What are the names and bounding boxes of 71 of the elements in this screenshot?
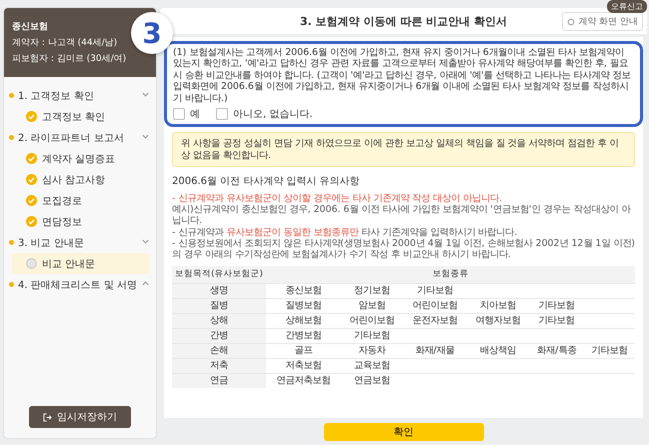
table-cell: 기타보험 xyxy=(340,328,404,344)
table-cell: 어린이보험 xyxy=(404,298,466,314)
nav-item[interactable]: 계약자 실명증표 xyxy=(12,148,150,169)
table-cell: 질병보험 xyxy=(266,298,341,314)
table-cell: 연금저축보험 xyxy=(266,373,341,388)
nav-section-label: 2. 라이프파트너 보고서 xyxy=(18,132,124,144)
product-name: 종신보험 xyxy=(12,21,49,33)
nav-item[interactable]: 비교 안내문 xyxy=(12,253,150,274)
confirm-button[interactable]: 확인 xyxy=(324,423,484,441)
note-text: - 신규계약과 유사보험군이 상이할 경우에는 타사 기존계약 작성 대상이 아닙니다. xyxy=(172,192,504,204)
column-header: 보험목적(유사보험군) xyxy=(172,266,266,284)
table-cell: 배상책임 xyxy=(466,343,530,358)
table-cell: 상해 xyxy=(172,313,266,328)
table-cell: 운전자보험 xyxy=(404,313,466,328)
table-cell: 암보험 xyxy=(340,298,404,314)
table-cell: 기타보험 xyxy=(404,283,466,298)
table-cell: 치아보험 xyxy=(466,298,530,314)
table-cell: 질병 xyxy=(172,298,266,314)
nav-item[interactable]: 모집경로 xyxy=(12,190,150,211)
table-cell: 기타보험 xyxy=(529,298,584,314)
page-title: 3. 보험계약 이동에 따른 비교안내 확인서 xyxy=(300,14,507,28)
answer-option[interactable]: 아니오, 없습니다. xyxy=(216,107,313,122)
table-cell: 교육보험 xyxy=(340,358,404,374)
table-cell: 간병보험 xyxy=(266,328,341,344)
nav-item[interactable]: 면담정보 xyxy=(12,211,150,232)
table-cell: 기타보험 xyxy=(529,313,584,328)
answer-option[interactable]: 예 xyxy=(173,107,200,122)
note-text: 예시)신규계약이 종신보험인 경우, 2006. 6월 이전 타사에 가입한 보험계약이 '연금보험'인 경우는 작성대상이 아닙니다. xyxy=(172,204,632,227)
nav-item-label: 심사 참고사항 xyxy=(42,174,106,186)
nav-section-label: 3. 비교 안내문 xyxy=(18,236,84,250)
question-text: (1) 보험설계사는 고객께서 2006.6월 이전에 가입하고, 현재 유지 중이거나 6개월이내 소멸된 타사 보험계약이 있는지 확인하고, '예'라고 답하신 경우 관련 자료를 고객으로부터 제출받아 유사계약 해당여부를 확인한 후, 필요시 승환 비교안내를 하여야 합니다. (고객이 '예'라고 답하신 경우, 아래에 '예'를 선택하고 나타나는 타사계약 정보 입력화면에 2006.6월 이전에 가입하고, 현재 유지중이거나 6개월 이내에 소멸된 타사 보험계약 정보를 작성하시기 바랍니다.) xyxy=(173,47,632,104)
nav-item-label: 모집경로 xyxy=(42,194,82,208)
nav-section[interactable]: 1. 고객정보 확인 xyxy=(12,85,150,106)
nav-section[interactable]: 2. 라이프파트너 보고서 xyxy=(12,127,150,148)
table-cell: 화재/특종 xyxy=(529,343,584,358)
nav-section-label: 4. 판매체크리스트 및 서명 xyxy=(18,278,138,292)
customer-info-text: 피보험자 : 김미르 (30세/여) xyxy=(12,53,128,65)
nav-section[interactable]: 3. 비교 안내문 xyxy=(12,232,150,253)
guide-button[interactable]: 계약 화면 안내 xyxy=(562,12,643,31)
save-button[interactable]: 임시저장하기 xyxy=(29,406,131,428)
nav-item-label: 면담정보 xyxy=(42,216,82,228)
table-cell: 저축 xyxy=(172,358,266,374)
note-text: - 신용정보원에서 조회되지 않은 타사계약(생명보험사 2000년 4월 1일 이전, 손해보험사 2002년 12월 1일 이전)의 경우 아래의 수기작성란에 보험설계사가 수기 작성 후 비교안내 하시기 바랍니다. xyxy=(172,238,635,261)
table-cell: 연금보험 xyxy=(340,373,404,388)
note-text: - 신규계약과 유사보험군이 동일한 보험종류만 타사 기존계약을 입력하시기 바랍니다. xyxy=(172,226,518,238)
table-cell: 자동차 xyxy=(340,343,404,358)
table-cell: 간병 xyxy=(172,328,266,344)
table-cell: 손해 xyxy=(172,343,266,358)
table-cell: 종신보험 xyxy=(266,283,341,298)
report-badge[interactable]: 오류신고 xyxy=(607,0,647,13)
table-cell: 연금 xyxy=(172,373,266,388)
section-title: 2006.6월 이전 타사계약 입력시 유의사항 xyxy=(172,174,361,188)
nav-item[interactable]: 고객정보 확인 xyxy=(12,106,150,127)
table-cell: 저축보험 xyxy=(266,358,341,374)
table-cell: 어린이보험 xyxy=(340,313,404,328)
table-cell: 정기보험 xyxy=(340,283,404,298)
table-cell: 골프 xyxy=(266,343,341,358)
table-cell: 화재/재물 xyxy=(404,343,466,358)
notice-text: 위 사항을 공정 성실히 면담 기재 하였으므로 이에 관한 보고상 일체의 책임을 질 것을 서약하며 점검한 후 이상 없음을 확인합니다. xyxy=(172,132,635,167)
nav-item[interactable]: 심사 참고사항 xyxy=(12,169,150,190)
nav-item-label: 고객정보 확인 xyxy=(42,110,106,124)
nav-section[interactable]: 4. 판매체크리스트 및 서명 xyxy=(12,274,150,295)
customer-info-text: 계약자 : 나고객 (44세/남) xyxy=(12,37,118,49)
table-cell: 여행자보험 xyxy=(466,313,530,328)
nav-section-label: 1. 고객정보 확인 xyxy=(18,90,94,102)
table-cell: 기타보험 xyxy=(584,343,635,358)
table-cell: 상해보험 xyxy=(266,313,341,328)
nav-item-label: 계약자 실명증표 xyxy=(42,152,116,166)
column-header: 보험종류 xyxy=(266,266,635,284)
table-cell: 생명 xyxy=(172,283,266,298)
nav-item-label: 비교 안내문 xyxy=(42,258,96,270)
